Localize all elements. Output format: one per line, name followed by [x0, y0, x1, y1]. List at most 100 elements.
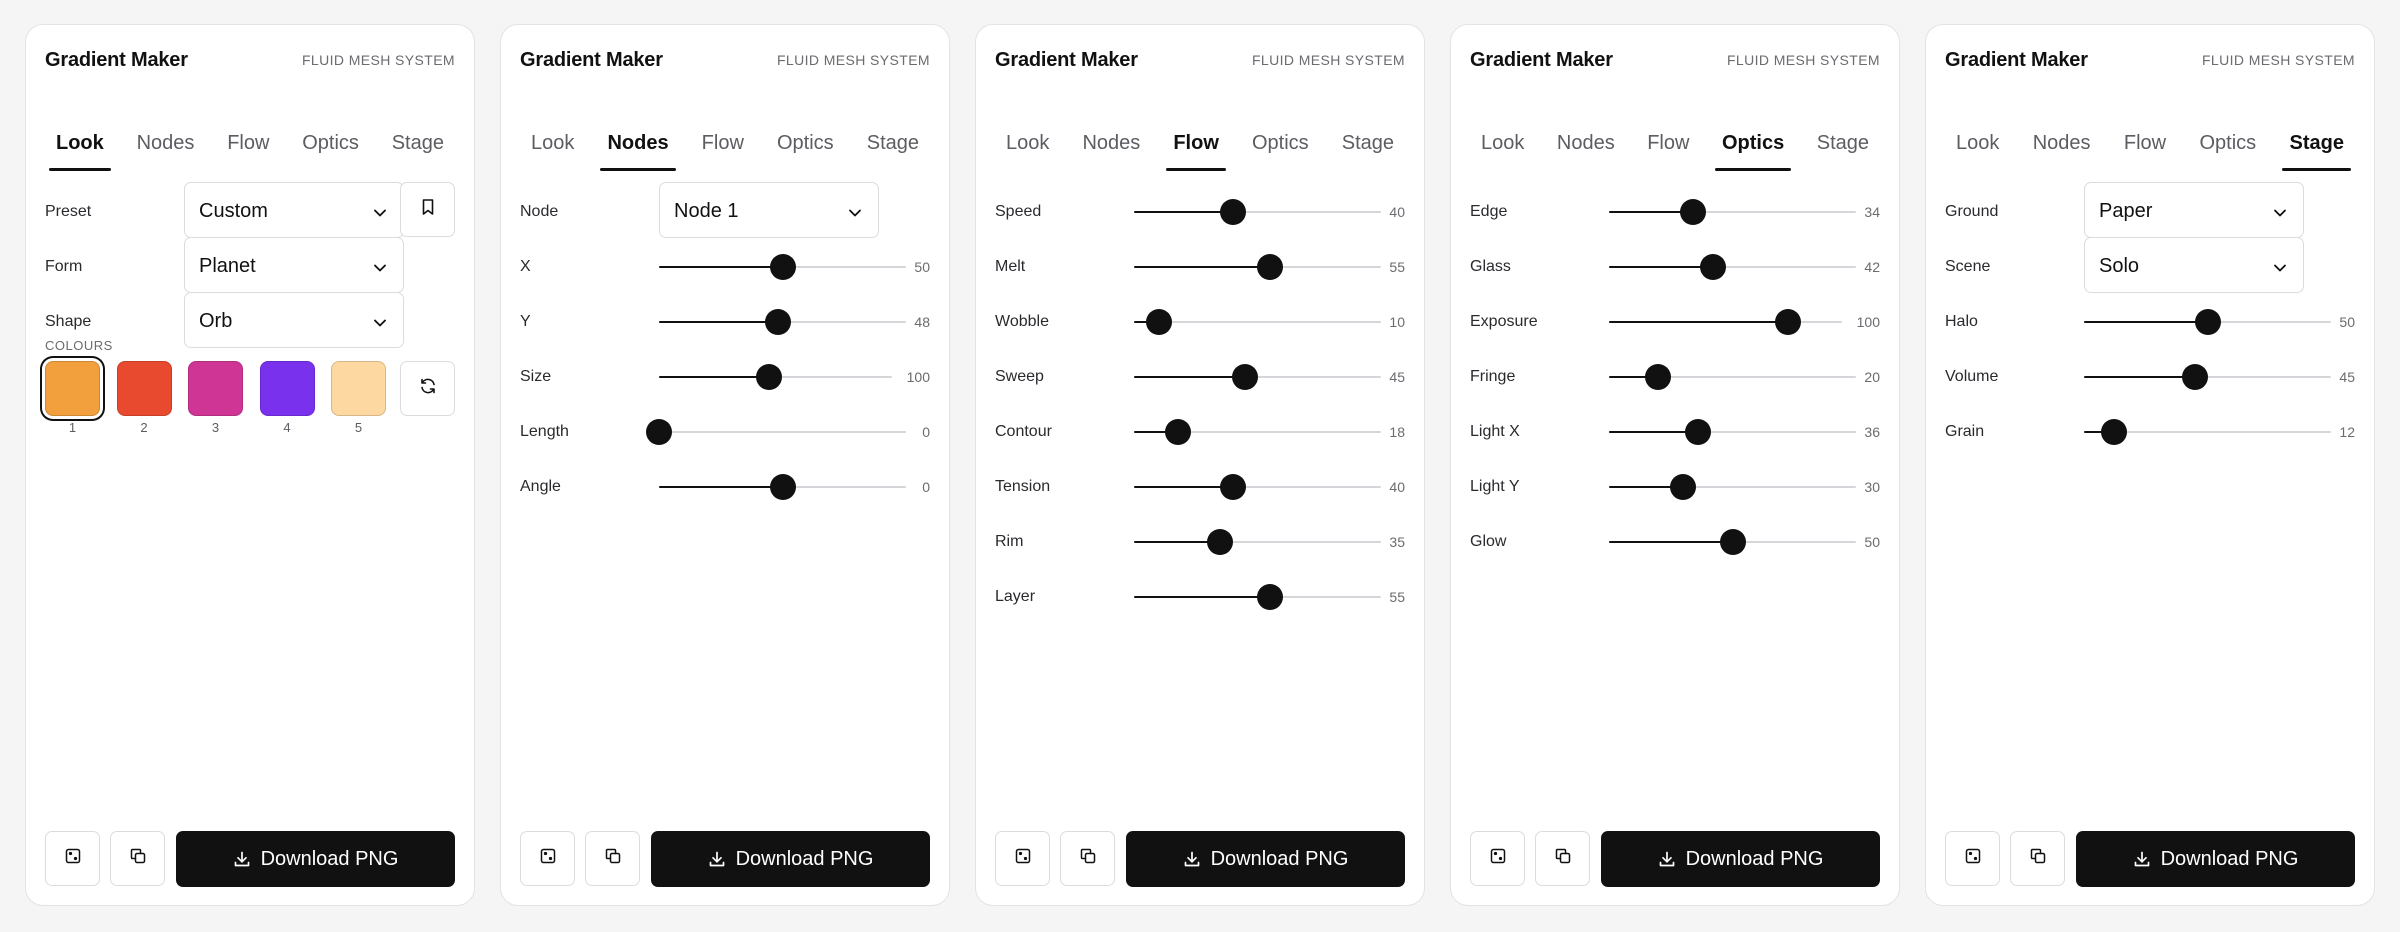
randomize-button[interactable]	[520, 831, 575, 886]
light-y-slider[interactable]	[1609, 467, 1856, 507]
copy-button[interactable]	[585, 831, 640, 886]
colour-swatch-2[interactable]	[116, 361, 172, 416]
slider-thumb[interactable]	[1256, 254, 1283, 280]
randomize-button[interactable]	[1945, 831, 2000, 886]
copy-button[interactable]	[1060, 831, 1115, 886]
tab-stage[interactable]: Stage	[385, 105, 451, 171]
wobble-slider[interactable]	[1134, 302, 1381, 342]
slider-thumb[interactable]	[1699, 254, 1726, 280]
fringe-slider[interactable]	[1609, 357, 1856, 397]
download-png-button[interactable]: Download PNG	[651, 831, 930, 887]
randomize-button[interactable]	[1470, 831, 1525, 886]
tab-optics[interactable]: Optics	[1714, 105, 1792, 171]
download-icon	[1183, 850, 1201, 868]
slider-thumb[interactable]	[1219, 199, 1246, 225]
slider-thumb[interactable]	[1145, 309, 1172, 335]
scene-select[interactable]: Solo	[2084, 237, 2304, 293]
halo-slider[interactable]	[2084, 302, 2331, 342]
slider-thumb[interactable]	[755, 364, 782, 390]
tab-nodes[interactable]: Nodes	[2026, 105, 2098, 171]
angle-slider[interactable]	[659, 467, 906, 507]
glow-slider[interactable]	[1609, 522, 1856, 562]
download-png-button[interactable]: Download PNG	[1126, 831, 1405, 887]
slider-thumb[interactable]	[769, 474, 796, 500]
size-slider[interactable]	[659, 357, 892, 397]
tab-nodes[interactable]: Nodes	[130, 105, 202, 171]
tab-optics[interactable]: Optics	[770, 105, 841, 171]
download-png-button[interactable]: Download PNG	[176, 831, 455, 887]
download-png-button[interactable]: Download PNG	[1601, 831, 1880, 887]
volume-slider[interactable]	[2084, 357, 2331, 397]
copy-button[interactable]	[1535, 831, 1590, 886]
y-slider[interactable]	[659, 302, 906, 342]
preset-select[interactable]: Custom	[184, 182, 404, 238]
tab-look[interactable]: Look	[1474, 105, 1531, 171]
colour-swatch-5[interactable]	[331, 361, 386, 416]
slider-thumb[interactable]	[1207, 529, 1234, 555]
edge-slider[interactable]	[1609, 192, 1856, 232]
length-slider[interactable]	[646, 412, 906, 452]
slider-thumb[interactable]	[1684, 419, 1711, 445]
speed-slider[interactable]	[1134, 192, 1381, 232]
tab-look[interactable]: Look	[524, 105, 581, 171]
tab-optics[interactable]: Optics	[2192, 105, 2263, 171]
layer-slider[interactable]	[1134, 577, 1381, 617]
randomize-button[interactable]	[995, 831, 1050, 886]
grain-slider[interactable]	[2084, 412, 2331, 452]
slider-thumb[interactable]	[1256, 584, 1283, 610]
slider-thumb[interactable]	[1219, 474, 1246, 500]
tab-look[interactable]: Look	[999, 105, 1056, 171]
light-x-slider[interactable]	[1609, 412, 1856, 452]
slider-thumb[interactable]	[1775, 309, 1802, 335]
tab-flow[interactable]: Flow	[1166, 105, 1226, 171]
ground-select[interactable]: Paper	[2084, 182, 2304, 238]
slider-thumb[interactable]	[646, 419, 672, 445]
slider-thumb[interactable]	[2182, 364, 2209, 390]
melt-slider[interactable]	[1134, 247, 1381, 287]
tab-stage[interactable]: Stage	[2282, 105, 2352, 171]
copy-button[interactable]	[110, 831, 165, 886]
slider-thumb[interactable]	[764, 309, 791, 335]
tab-flow[interactable]: Flow	[695, 105, 751, 171]
glass-slider[interactable]	[1609, 247, 1856, 287]
tab-look[interactable]: Look	[49, 105, 111, 171]
x-slider[interactable]	[659, 247, 906, 287]
slider-thumb[interactable]	[2194, 309, 2221, 335]
colour-swatch-1[interactable]	[45, 361, 100, 416]
randomize-button[interactable]	[45, 831, 100, 886]
sweep-slider[interactable]	[1134, 357, 1381, 397]
shape-select[interactable]: Orb	[184, 292, 404, 348]
slider-thumb[interactable]	[769, 254, 796, 280]
tab-optics[interactable]: Optics	[295, 105, 366, 171]
save-preset-button[interactable]	[400, 182, 455, 237]
slider-thumb[interactable]	[2100, 419, 2127, 445]
colour-swatch-4[interactable]	[259, 361, 315, 416]
colour-swatch-3[interactable]	[188, 361, 243, 416]
tension-slider[interactable]	[1134, 467, 1381, 507]
tab-nodes[interactable]: Nodes	[1550, 105, 1622, 171]
exposure-slider[interactable]	[1609, 302, 1842, 342]
slider-thumb[interactable]	[1679, 199, 1706, 225]
slider-thumb[interactable]	[1670, 474, 1697, 500]
slider-thumb[interactable]	[1232, 364, 1259, 390]
shuffle-colours-button[interactable]	[400, 361, 455, 416]
slider-thumb[interactable]	[1719, 529, 1746, 555]
node-select[interactable]: Node 1	[659, 182, 879, 238]
tab-flow[interactable]: Flow	[1640, 105, 1696, 171]
tab-nodes[interactable]: Nodes	[1075, 105, 1147, 171]
tab-stage[interactable]: Stage	[1335, 105, 1401, 171]
download-png-button[interactable]: Download PNG	[2076, 831, 2355, 887]
tab-flow[interactable]: Flow	[220, 105, 276, 171]
tab-look[interactable]: Look	[1949, 105, 2006, 171]
contour-slider[interactable]	[1134, 412, 1381, 452]
tab-stage[interactable]: Stage	[860, 105, 926, 171]
tab-optics[interactable]: Optics	[1245, 105, 1316, 171]
form-select[interactable]: Planet	[184, 237, 404, 293]
tab-flow[interactable]: Flow	[2117, 105, 2173, 171]
tab-nodes[interactable]: Nodes	[600, 105, 676, 171]
copy-button[interactable]	[2010, 831, 2065, 886]
rim-slider[interactable]	[1134, 522, 1381, 562]
slider-thumb[interactable]	[1165, 419, 1192, 445]
tab-stage[interactable]: Stage	[1810, 105, 1876, 171]
slider-thumb[interactable]	[1645, 364, 1672, 390]
